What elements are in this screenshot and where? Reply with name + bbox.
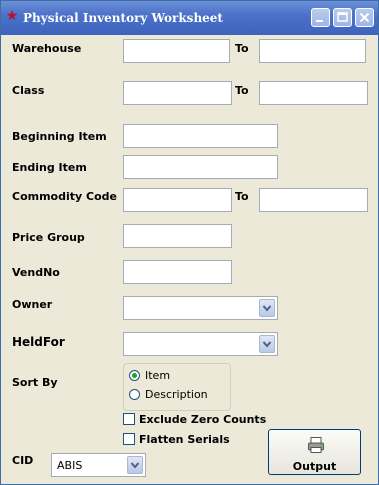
sort-by-description-radio[interactable] (129, 389, 140, 400)
warehouse-from-input[interactable] (123, 39, 230, 63)
chevron-down-icon (130, 462, 140, 469)
warehouse-label: Warehouse (12, 42, 82, 55)
commodity-code-to-label: To (235, 190, 249, 203)
commodity-code-label: Commodity Code (12, 190, 117, 203)
sort-by-description-label[interactable]: Description (145, 388, 208, 401)
window-title: Physical Inventory Worksheet (23, 11, 223, 25)
vendno-label: VendNo (12, 266, 60, 279)
output-button-label: Output (292, 460, 337, 473)
commodity-code-from-input[interactable] (123, 188, 232, 212)
physical-inventory-worksheet-window: ★ Physical Inventory Worksheet Warehouse… (0, 0, 379, 485)
heldfor-label: HeldFor (12, 335, 65, 349)
printer-icon (308, 437, 324, 453)
ending-item-input[interactable] (123, 155, 278, 179)
chevron-down-icon (262, 305, 272, 312)
minimize-button[interactable] (311, 8, 330, 27)
warehouse-to-input[interactable] (259, 39, 366, 63)
heldfor-dropdown[interactable] (123, 332, 278, 356)
class-to-input[interactable] (259, 81, 368, 105)
sort-by-label: Sort By (12, 376, 58, 389)
sort-by-item-label[interactable]: Item (145, 369, 170, 382)
exclude-zero-counts-label[interactable]: Exclude Zero Counts (139, 413, 266, 426)
maximize-icon (337, 12, 348, 22)
heldfor-dropdown-arrow[interactable] (259, 335, 275, 353)
radio-selected-dot (132, 373, 137, 378)
price-group-label: Price Group (12, 231, 85, 244)
cid-label: CID (12, 454, 34, 467)
class-from-input[interactable] (123, 81, 232, 105)
sort-by-item-radio[interactable] (129, 370, 140, 381)
owner-dropdown[interactable] (123, 296, 278, 320)
close-icon (359, 12, 370, 23)
maximize-button[interactable] (333, 8, 352, 27)
beginning-item-input[interactable] (123, 124, 278, 148)
owner-label: Owner (12, 298, 53, 311)
exclude-zero-counts-checkbox[interactable] (123, 413, 135, 425)
flatten-serials-checkbox[interactable] (123, 433, 135, 445)
warehouse-to-label: To (235, 42, 249, 55)
commodity-code-to-input[interactable] (259, 188, 368, 212)
class-label: Class (12, 84, 45, 97)
title-bar[interactable]: ★ Physical Inventory Worksheet (1, 1, 378, 35)
beginning-item-label: Beginning Item (12, 130, 107, 143)
cid-dropdown[interactable]: ABIS (51, 453, 146, 477)
owner-dropdown-arrow[interactable] (259, 299, 275, 317)
class-to-label: To (235, 84, 249, 97)
price-group-input[interactable] (123, 224, 232, 248)
cid-value: ABIS (57, 459, 83, 472)
app-logo-icon: ★ (5, 8, 19, 24)
sort-by-group: Item Description (123, 363, 231, 411)
vendno-input[interactable] (123, 260, 232, 284)
output-button[interactable]: Output (268, 429, 361, 475)
ending-item-label: Ending Item (12, 161, 87, 174)
close-button[interactable] (355, 8, 374, 27)
flatten-serials-label[interactable]: Flatten Serials (139, 433, 230, 446)
cid-dropdown-arrow[interactable] (127, 456, 143, 474)
minimize-icon (316, 20, 323, 22)
chevron-down-icon (262, 341, 272, 348)
